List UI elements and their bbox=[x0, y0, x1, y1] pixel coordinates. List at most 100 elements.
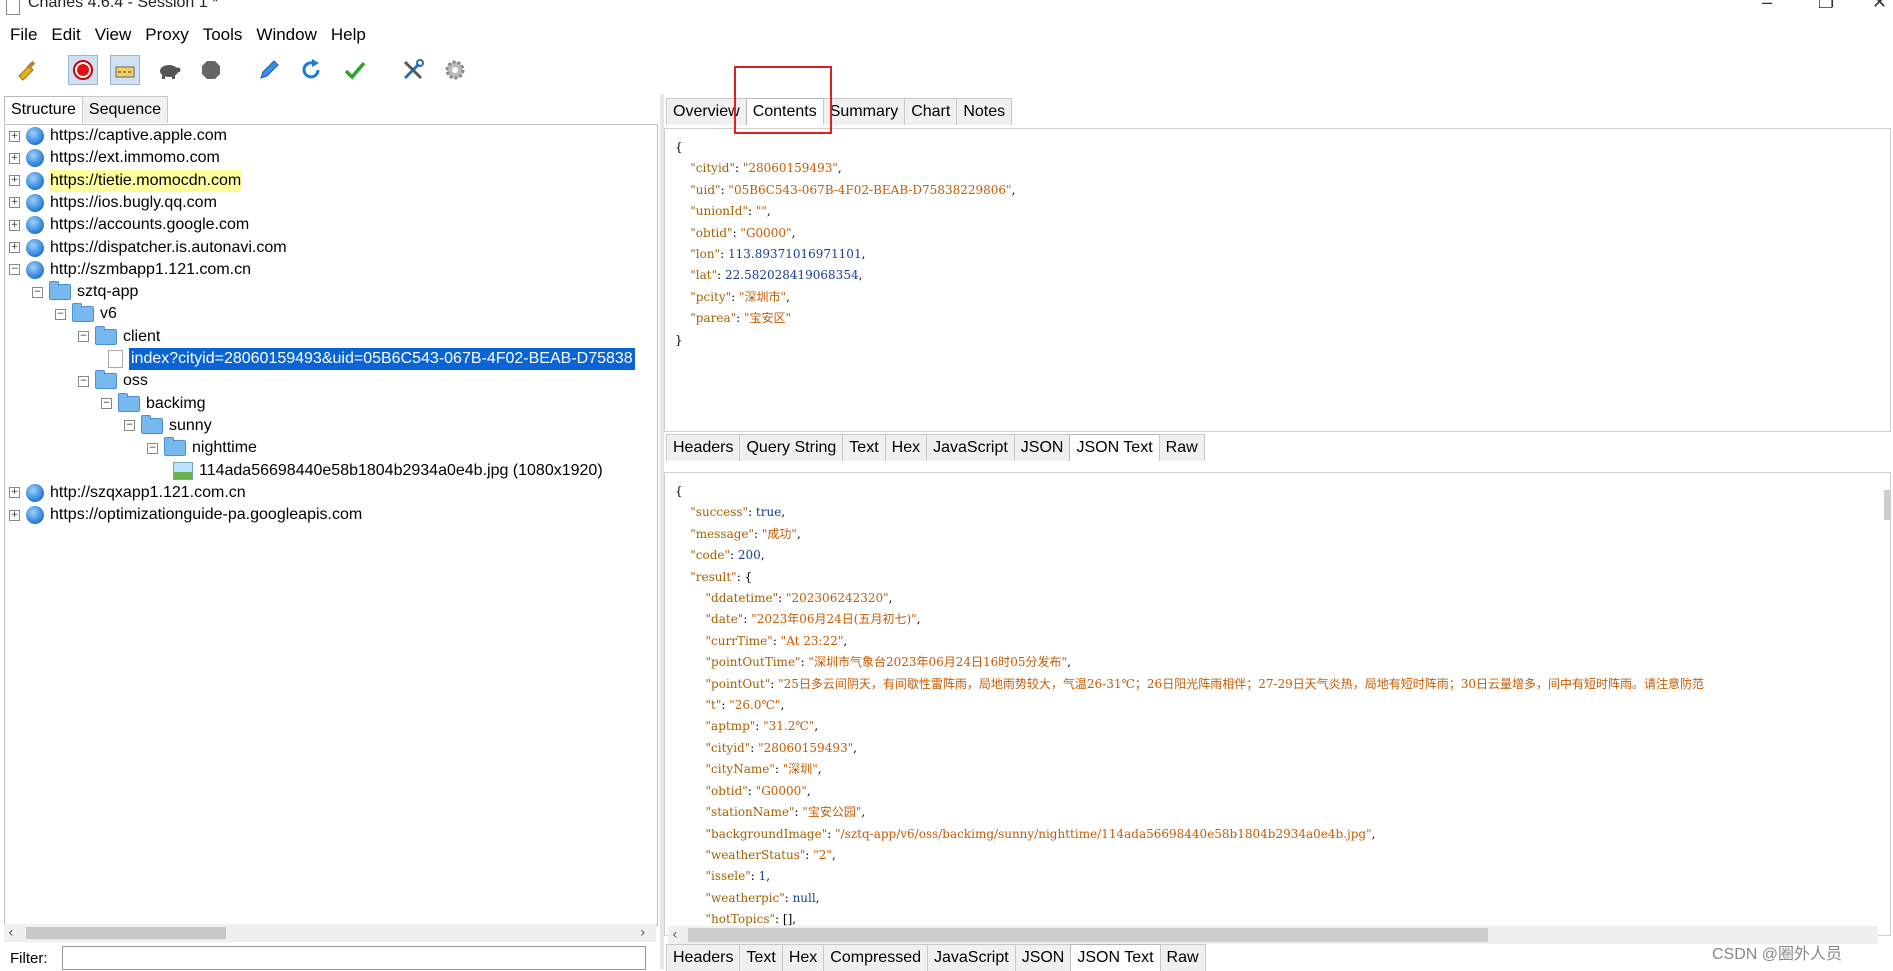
pen-icon[interactable] bbox=[254, 55, 284, 85]
json-line: "weatherpic": null, bbox=[675, 888, 1704, 909]
tree-node[interactable]: + http://szqxapp1.121.com.cn bbox=[9, 482, 246, 504]
stop-icon[interactable] bbox=[196, 55, 226, 85]
tools-icon[interactable] bbox=[398, 55, 428, 85]
tree-node[interactable]: 114ada56698440e58b1804b2934a0e4b.jpg (10… bbox=[173, 460, 603, 482]
req-tab-headers[interactable]: Headers bbox=[666, 434, 741, 461]
record-icon[interactable] bbox=[68, 55, 98, 85]
tree-node[interactable]: − backimg bbox=[101, 392, 206, 415]
maximize-button[interactable]: ❐ bbox=[1818, 0, 1834, 13]
req-tab-query-string[interactable]: Query String bbox=[739, 434, 844, 461]
tree-node[interactable]: + https://ios.bugly.qq.com bbox=[9, 192, 217, 214]
tree-node[interactable]: + https://optimizationguide-pa.googleapis… bbox=[9, 504, 362, 526]
json-token: : bbox=[772, 633, 781, 648]
scroll-left-icon[interactable]: ‹ bbox=[8, 925, 14, 941]
tree-node[interactable]: − sunny bbox=[124, 414, 212, 437]
req-tab-hex[interactable]: Hex bbox=[884, 434, 928, 461]
resp-tab-raw[interactable]: Raw bbox=[1159, 944, 1206, 971]
collapse-icon[interactable]: − bbox=[78, 375, 89, 387]
refresh-icon[interactable] bbox=[296, 55, 326, 85]
tree-node[interactable]: − nighttime bbox=[147, 437, 257, 459]
expand-icon[interactable]: + bbox=[9, 242, 20, 253]
collapse-icon[interactable]: − bbox=[147, 442, 158, 454]
menu-help[interactable]: Help bbox=[331, 25, 366, 45]
response-vertical-scrollbar[interactable] bbox=[1884, 490, 1892, 910]
expand-icon[interactable]: + bbox=[9, 219, 20, 231]
tree-node[interactable]: − v6 bbox=[55, 303, 117, 325]
tab-summary[interactable]: Summary bbox=[822, 98, 906, 125]
resp-tab-headers[interactable]: Headers bbox=[666, 944, 741, 971]
req-tab-javascript[interactable]: JavaScript bbox=[926, 434, 1015, 461]
expand-icon[interactable]: + bbox=[9, 509, 20, 521]
req-tab-text[interactable]: Text bbox=[842, 434, 886, 461]
collapse-icon[interactable]: − bbox=[32, 286, 43, 298]
broom-icon[interactable] bbox=[12, 55, 42, 85]
collapse-icon[interactable]: − bbox=[9, 264, 20, 276]
collapse-icon[interactable]: − bbox=[124, 420, 135, 432]
check-icon[interactable] bbox=[340, 55, 370, 85]
menu-window[interactable]: Window bbox=[256, 25, 316, 45]
scroll-left-icon[interactable]: ‹ bbox=[672, 927, 678, 943]
tab-notes[interactable]: Notes bbox=[956, 98, 1013, 125]
scrollbar-thumb[interactable] bbox=[1884, 490, 1890, 520]
response-horizontal-scrollbar[interactable]: ‹ bbox=[668, 926, 1878, 944]
tree-node[interactable]: + https://dispatcher.is.autonavi.com bbox=[9, 237, 287, 259]
req-tab-raw[interactable]: Raw bbox=[1158, 434, 1205, 461]
tree-node-label: https://captive.apple.com bbox=[50, 127, 227, 144]
tab-sequence[interactable]: Sequence bbox=[81, 96, 168, 123]
scrollbar-thumb[interactable] bbox=[26, 927, 226, 939]
tree-node[interactable]: − http://szmbapp1.121.com.cn bbox=[9, 259, 251, 281]
menu-bar: File Edit View Proxy Tools Window Help bbox=[0, 22, 1893, 48]
tree-node[interactable]: + https://ext.immomo.com bbox=[9, 147, 220, 169]
resp-tab-hex[interactable]: Hex bbox=[781, 944, 825, 971]
json-line: "cityid": "28060159493", bbox=[675, 158, 1015, 179]
resp-tab-json-text[interactable]: JSON Text bbox=[1070, 944, 1161, 971]
req-tab-json-text[interactable]: JSON Text bbox=[1069, 434, 1160, 461]
tree-node[interactable]: − client bbox=[78, 325, 160, 348]
menu-tools[interactable]: Tools bbox=[203, 25, 243, 45]
expand-icon[interactable]: + bbox=[9, 197, 20, 209]
tree-node[interactable]: + https://accounts.google.com bbox=[9, 214, 249, 236]
req-tab-json[interactable]: JSON bbox=[1013, 434, 1071, 461]
turtle-icon[interactable] bbox=[154, 55, 184, 85]
tree-node[interactable]: − oss bbox=[78, 370, 148, 392]
tab-structure[interactable]: Structure bbox=[4, 96, 83, 123]
throttle-icon[interactable] bbox=[110, 55, 140, 85]
scroll-right-icon[interactable]: › bbox=[640, 925, 646, 941]
menu-view[interactable]: View bbox=[95, 25, 132, 45]
menu-file[interactable]: File bbox=[10, 25, 37, 45]
resp-tab-text[interactable]: Text bbox=[739, 944, 783, 971]
minimize-button[interactable]: – bbox=[1762, 0, 1772, 13]
filter-input[interactable] bbox=[62, 946, 646, 970]
json-token: "G0000" bbox=[755, 783, 807, 798]
collapse-icon[interactable]: − bbox=[101, 398, 112, 410]
response-json-view[interactable]: { "success": true, "message": "成功", "cod… bbox=[664, 472, 1891, 936]
json-token: , bbox=[916, 612, 921, 627]
resp-tab-javascript[interactable]: JavaScript bbox=[926, 944, 1016, 971]
menu-edit[interactable]: Edit bbox=[51, 25, 80, 45]
json-line: { bbox=[675, 481, 1704, 502]
collapse-icon[interactable]: − bbox=[55, 308, 66, 320]
expand-icon[interactable]: + bbox=[9, 130, 20, 142]
tab-chart[interactable]: Chart bbox=[904, 98, 958, 125]
scrollbar-thumb[interactable] bbox=[688, 928, 1488, 942]
tree-node[interactable]: index?cityid=28060159493&uid=05B6C543-06… bbox=[108, 348, 635, 370]
menu-proxy[interactable]: Proxy bbox=[145, 25, 188, 45]
collapse-icon[interactable]: − bbox=[78, 331, 89, 343]
resp-tab-json[interactable]: JSON bbox=[1014, 944, 1072, 971]
expand-icon[interactable]: + bbox=[9, 152, 20, 164]
tree-node[interactable]: − sztq-app bbox=[32, 281, 138, 303]
resp-tab-compressed[interactable]: Compressed bbox=[823, 944, 928, 971]
tree-node[interactable]: + https://captive.apple.com bbox=[9, 125, 227, 147]
close-button[interactable]: ✕ bbox=[1872, 0, 1887, 13]
tree-node[interactable]: + https://tietie.momocdn.com bbox=[9, 169, 242, 192]
settings-icon[interactable] bbox=[440, 55, 470, 85]
expand-icon[interactable]: + bbox=[9, 175, 20, 187]
left-horizontal-scrollbar[interactable]: ‹ › bbox=[4, 924, 656, 942]
expand-icon[interactable]: + bbox=[9, 487, 20, 499]
tree-node-label: v6 bbox=[100, 305, 117, 323]
json-token: : bbox=[778, 591, 786, 606]
request-json-view[interactable]: { "cityid": "28060159493", "uid": "05B6C… bbox=[664, 128, 1891, 432]
